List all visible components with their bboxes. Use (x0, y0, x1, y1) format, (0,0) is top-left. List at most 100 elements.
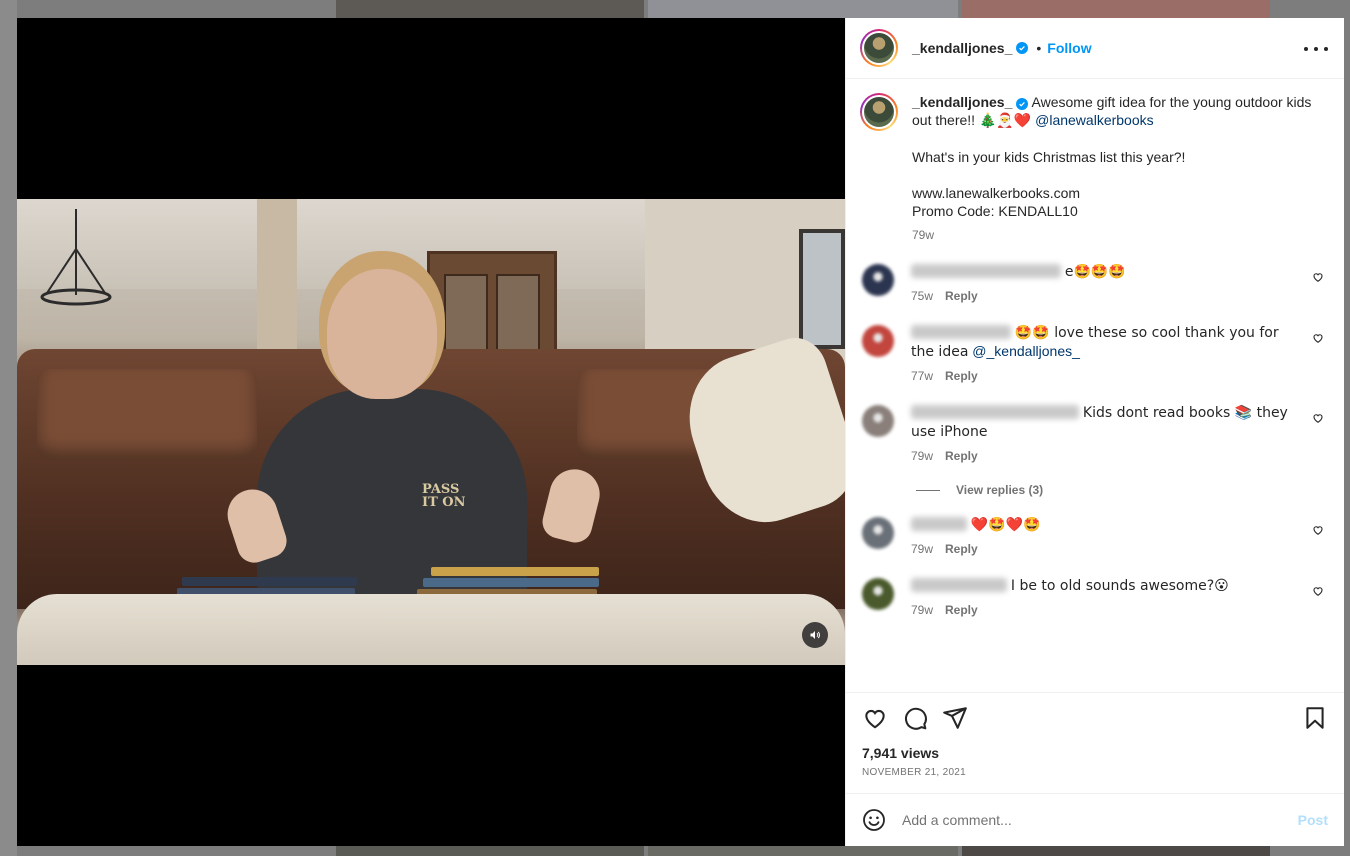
caption-author-avatar[interactable] (860, 93, 898, 131)
comment-timestamp[interactable]: 79w (911, 540, 933, 558)
avatar-image (864, 33, 894, 63)
post-actions: 7,941 views NOVEMBER 21, 2021 (846, 692, 1344, 793)
more-options-icon[interactable] (1304, 40, 1328, 58)
post-header: _kendalljones_ • Follow (846, 18, 1344, 79)
comment-item: ❤️🤩❤️🤩 79w Reply (860, 515, 1328, 558)
commenter-avatar[interactable] (862, 517, 894, 549)
caption-promo: Promo Code: KENDALL10 (912, 203, 1078, 219)
caption-mention-link[interactable]: @lanewalkerbooks (1035, 112, 1154, 128)
sound-toggle-button[interactable] (802, 622, 828, 648)
reply-button[interactable]: Reply (945, 287, 978, 305)
post-media[interactable]: PASS IT ON (17, 18, 845, 846)
comment-mention-link[interactable]: @_kendalljones_ (972, 343, 1080, 359)
caption-text: _kendalljones_ Awesome gift idea for the… (912, 93, 1328, 244)
heart-icon[interactable] (862, 705, 888, 731)
comment-icon[interactable] (902, 705, 928, 731)
caption-website: www.lanewalkerbooks.com (912, 185, 1081, 201)
comment-timestamp[interactable]: 75w (911, 287, 933, 305)
feed-tile[interactable] (336, 846, 644, 856)
comment-heart-icon[interactable] (1312, 523, 1326, 537)
comment-meta: 79w Reply (911, 447, 1298, 465)
reply-button[interactable]: Reply (945, 540, 978, 558)
comment-body: I be to old sounds awesome?😮 79w Reply (911, 576, 1328, 619)
header-user: _kendalljones_ • Follow (912, 40, 1092, 56)
share-icon[interactable] (942, 705, 968, 731)
comment-text: ❤️🤩❤️🤩 (970, 517, 1041, 533)
feed-tile[interactable] (962, 0, 1270, 18)
view-replies-button[interactable]: View replies (3) (916, 483, 1328, 497)
commenter-avatar[interactable] (862, 264, 894, 296)
commenter-username-blurred[interactable] (911, 405, 1079, 419)
comment-body: ❤️🤩❤️🤩 79w Reply (911, 515, 1328, 558)
comments-section[interactable]: _kendalljones_ Awesome gift idea for the… (846, 79, 1344, 692)
comment-body: e🤩🤩🤩 75w Reply (911, 262, 1328, 305)
video-scene-head (327, 269, 437, 399)
comment-text: e🤩🤩🤩 (1064, 264, 1126, 280)
commenter-avatar[interactable] (862, 578, 894, 610)
commenter-username-blurred[interactable] (911, 578, 1007, 592)
comment-item: e🤩🤩🤩 75w Reply (860, 262, 1328, 305)
caption-timestamp[interactable]: 79w (912, 226, 1328, 244)
caption-question: What's in your kids Christmas list this … (912, 149, 1186, 165)
view-count[interactable]: 7,941 views (862, 745, 1328, 761)
caption-emojis: 🎄🎅❤️ (978, 113, 1032, 129)
feed-tile[interactable] (336, 0, 644, 18)
post-modal: PASS IT ON _kendalljones_ • Follow _kend… (17, 18, 1344, 846)
bookmark-icon[interactable] (1302, 705, 1328, 731)
post-date[interactable]: NOVEMBER 21, 2021 (862, 767, 1328, 778)
video-scene-picture-frame (799, 229, 845, 349)
video-scene-chandelier (40, 209, 112, 306)
emoji-icon[interactable] (862, 808, 886, 832)
author-username[interactable]: _kendalljones_ (912, 40, 1012, 56)
feed-tile[interactable] (962, 846, 1270, 856)
comment-meta: 77w Reply (911, 367, 1298, 385)
comment-heart-icon[interactable] (1312, 331, 1326, 345)
reply-button[interactable]: Reply (945, 601, 978, 619)
verified-badge-icon (1016, 42, 1029, 54)
post-side-panel: _kendalljones_ • Follow _kendalljones_ A… (845, 18, 1344, 846)
view-replies-label: View replies (3) (956, 483, 1044, 497)
post-caption: _kendalljones_ Awesome gift idea for the… (860, 93, 1328, 244)
comment-meta: 79w Reply (911, 601, 1298, 619)
comment-timestamp[interactable]: 79w (911, 601, 933, 619)
comment-heart-icon[interactable] (1312, 584, 1326, 598)
comment-timestamp[interactable]: 79w (911, 447, 933, 465)
comment-body: 🤩🤩 love these so cool thank you for the … (911, 323, 1328, 385)
reply-button[interactable]: Reply (945, 447, 978, 465)
comment-text: I be to old sounds awesome?😮 (1010, 578, 1229, 594)
comment-body: Kids dont read books 📚 they use iPhone 79… (911, 403, 1328, 465)
comment-item: Kids dont read books 📚 they use iPhone 79… (860, 403, 1328, 465)
commenter-username-blurred[interactable] (911, 517, 967, 531)
comment-item: 🤩🤩 love these so cool thank you for the … (860, 323, 1328, 385)
author-avatar[interactable] (860, 29, 898, 67)
comment-heart-icon[interactable] (1312, 270, 1326, 284)
follow-button[interactable]: Follow (1047, 40, 1091, 56)
reply-button[interactable]: Reply (945, 367, 978, 385)
comment-input[interactable] (902, 812, 1298, 828)
comment-meta: 75w Reply (911, 287, 1298, 305)
caption-username[interactable]: _kendalljones_ (912, 94, 1012, 110)
hoodie-logo: PASS IT ON (422, 482, 466, 510)
commenter-username-blurred[interactable] (911, 264, 1061, 278)
comment-meta: 79w Reply (911, 540, 1298, 558)
comment-timestamp[interactable]: 77w (911, 367, 933, 385)
video-scene-person: PASS IT ON (217, 269, 605, 619)
comment-item: I be to old sounds awesome?😮 79w Reply (860, 576, 1328, 619)
feed-tile[interactable] (648, 846, 958, 856)
commenter-username-blurred[interactable] (911, 325, 1011, 339)
comment-list: e🤩🤩🤩 75w Reply 🤩🤩 love these so cool thank… (860, 262, 1328, 619)
add-comment-bar: Post (846, 793, 1344, 846)
feed-gutter (0, 0, 17, 856)
view-replies-line (916, 489, 940, 491)
feed-tile[interactable] (648, 0, 958, 18)
action-bar (862, 705, 1328, 731)
comment-heart-icon[interactable] (1312, 411, 1326, 425)
commenter-avatar[interactable] (862, 325, 894, 357)
speaker-icon (810, 631, 820, 639)
post-comment-button[interactable]: Post (1298, 812, 1328, 828)
verified-badge-icon (1016, 98, 1029, 110)
separator-dot: • (1036, 40, 1042, 56)
commenter-avatar[interactable] (862, 405, 894, 437)
video-scene-ottoman (17, 594, 845, 665)
video-player[interactable]: PASS IT ON (17, 199, 845, 665)
